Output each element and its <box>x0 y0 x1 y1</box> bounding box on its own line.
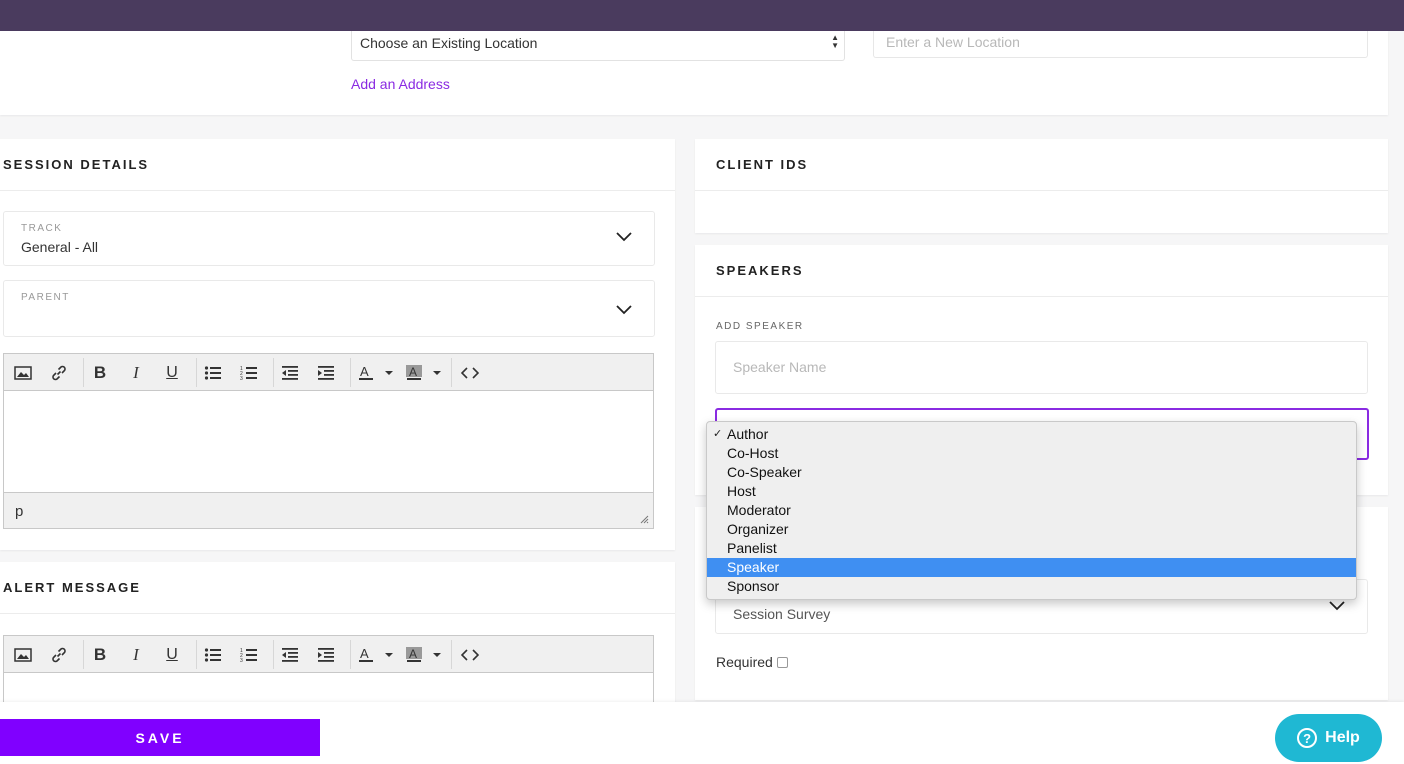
svg-text:A: A <box>360 364 369 379</box>
outdent-icon[interactable] <box>280 363 300 383</box>
role-option-label: Co-Host <box>727 445 779 461</box>
bold-icon[interactable]: B <box>90 645 110 665</box>
role-option[interactable]: Organizer <box>707 520 1356 539</box>
parent-select[interactable]: PARENT <box>3 280 655 337</box>
svg-text:A: A <box>409 365 417 379</box>
chevron-down-icon <box>616 305 632 315</box>
underline-icon[interactable]: U <box>162 363 182 383</box>
source-code-icon[interactable] <box>460 645 480 665</box>
source-code-icon[interactable] <box>460 363 480 383</box>
editor-content-area[interactable] <box>4 391 653 492</box>
bottom-action-bar: SAVE ? Help <box>0 702 1404 764</box>
help-button[interactable]: ? Help <box>1275 714 1382 762</box>
required-checkbox[interactable] <box>776 656 788 668</box>
role-option-label: Organizer <box>727 521 789 537</box>
italic-icon[interactable]: I <box>126 645 146 665</box>
select-arrows-icon: ▲ ▼ <box>831 33 839 50</box>
svg-text:3: 3 <box>240 658 243 663</box>
bullet-list-icon[interactable] <box>203 363 223 383</box>
editor-element-path[interactable]: p <box>15 503 23 520</box>
role-option-label: Host <box>727 483 756 499</box>
bold-icon[interactable]: B <box>90 363 110 383</box>
text-color-icon[interactable]: A <box>356 645 376 665</box>
svg-text:3: 3 <box>240 376 243 381</box>
role-option[interactable]: Host <box>707 482 1356 501</box>
speakers-title: SPEAKERS <box>695 245 1388 297</box>
text-color-icon[interactable]: A <box>356 363 376 383</box>
help-label: Help <box>1325 729 1360 746</box>
chevron-down-icon <box>1329 601 1345 611</box>
role-option[interactable]: Co-Speaker <box>707 463 1356 482</box>
client-ids-title: CLIENT IDS <box>695 139 1388 191</box>
parent-label: PARENT <box>21 292 70 303</box>
insert-image-icon[interactable] <box>13 645 33 665</box>
existing-location-select[interactable]: Choose an Existing Location ▲ ▼ <box>351 31 845 61</box>
indent-icon[interactable] <box>316 645 336 665</box>
top-bar <box>0 0 1404 31</box>
role-option[interactable]: Sponsor <box>707 577 1356 596</box>
insert-link-icon[interactable] <box>49 645 69 665</box>
role-option[interactable]: Moderator <box>707 501 1356 520</box>
role-option[interactable]: Panelist <box>707 539 1356 558</box>
client-ids-card: CLIENT IDS <box>695 139 1388 233</box>
add-address-link[interactable]: Add an Address <box>351 76 450 92</box>
text-color-caret-icon[interactable] <box>385 371 393 375</box>
description-editor: B I U 123 A A p <box>3 353 654 529</box>
track-select[interactable]: TRACK General - All <box>3 211 655 266</box>
alert-message-card: ALERT MESSAGE B I U 123 A A <box>0 562 675 764</box>
role-option-label: Moderator <box>727 502 791 518</box>
session-details-title: SESSION DETAILS <box>0 139 675 191</box>
session-details-card: SESSION DETAILS TRACK General - All PARE… <box>0 139 675 550</box>
required-row: Required <box>716 654 788 670</box>
new-location-input[interactable]: Enter a New Location <box>873 31 1368 58</box>
help-icon: ? <box>1297 728 1318 748</box>
italic-icon[interactable]: I <box>126 363 146 383</box>
insert-link-icon[interactable] <box>49 363 69 383</box>
save-button[interactable]: SAVE <box>0 719 320 756</box>
numbered-list-icon[interactable]: 123 <box>239 363 259 383</box>
background-color-icon[interactable]: A <box>404 645 424 665</box>
background-color-icon[interactable]: A <box>404 363 424 383</box>
editor-statusbar: p <box>4 492 653 528</box>
role-option-label: Panelist <box>727 540 777 556</box>
text-color-caret-icon[interactable] <box>385 653 393 657</box>
track-label: TRACK <box>21 223 63 234</box>
checkmark-icon: ✓ <box>713 428 723 440</box>
role-option-label: Speaker <box>727 559 780 575</box>
resize-handle-icon[interactable] <box>640 515 649 524</box>
speaker-role-dropdown: ✓ Author Co-Host Co-Speaker Host Moderator Org… <box>706 421 1357 600</box>
outdent-icon[interactable] <box>280 645 300 665</box>
bullet-list-icon[interactable] <box>203 645 223 665</box>
track-value: General - All <box>21 239 99 255</box>
role-option-label: Author <box>727 426 769 442</box>
underline-icon[interactable]: U <box>162 645 182 665</box>
insert-image-icon[interactable] <box>13 363 33 383</box>
role-option-label: Sponsor <box>727 578 780 594</box>
role-option[interactable]: Speaker <box>707 558 1356 577</box>
role-option[interactable]: Co-Host <box>707 444 1356 463</box>
add-speaker-label: ADD SPEAKER <box>716 321 804 332</box>
new-location-placeholder: Enter a New Location <box>886 34 1020 50</box>
background-color-caret-icon[interactable] <box>433 371 441 375</box>
speaker-name-input[interactable]: Speaker Name <box>715 341 1368 394</box>
survey-select-value: Session Survey <box>733 606 831 622</box>
existing-location-value: Choose an Existing Location <box>360 35 538 51</box>
indent-icon[interactable] <box>316 363 336 383</box>
editor-toolbar: B I U 123 A A <box>4 636 653 673</box>
speaker-name-placeholder: Speaker Name <box>733 359 827 375</box>
svg-text:A: A <box>409 647 417 661</box>
background-color-caret-icon[interactable] <box>433 653 441 657</box>
numbered-list-icon[interactable]: 123 <box>239 645 259 665</box>
role-option[interactable]: ✓ Author <box>707 425 1356 444</box>
chevron-down-icon <box>616 232 632 242</box>
location-card: Choose an Existing Location ▲ ▼ Enter a N… <box>0 31 1388 115</box>
alert-message-title: ALERT MESSAGE <box>0 562 675 614</box>
editor-toolbar: B I U 123 A A <box>4 354 653 391</box>
required-label: Required <box>716 654 773 670</box>
role-option-label: Co-Speaker <box>727 464 802 480</box>
svg-text:A: A <box>360 646 369 661</box>
